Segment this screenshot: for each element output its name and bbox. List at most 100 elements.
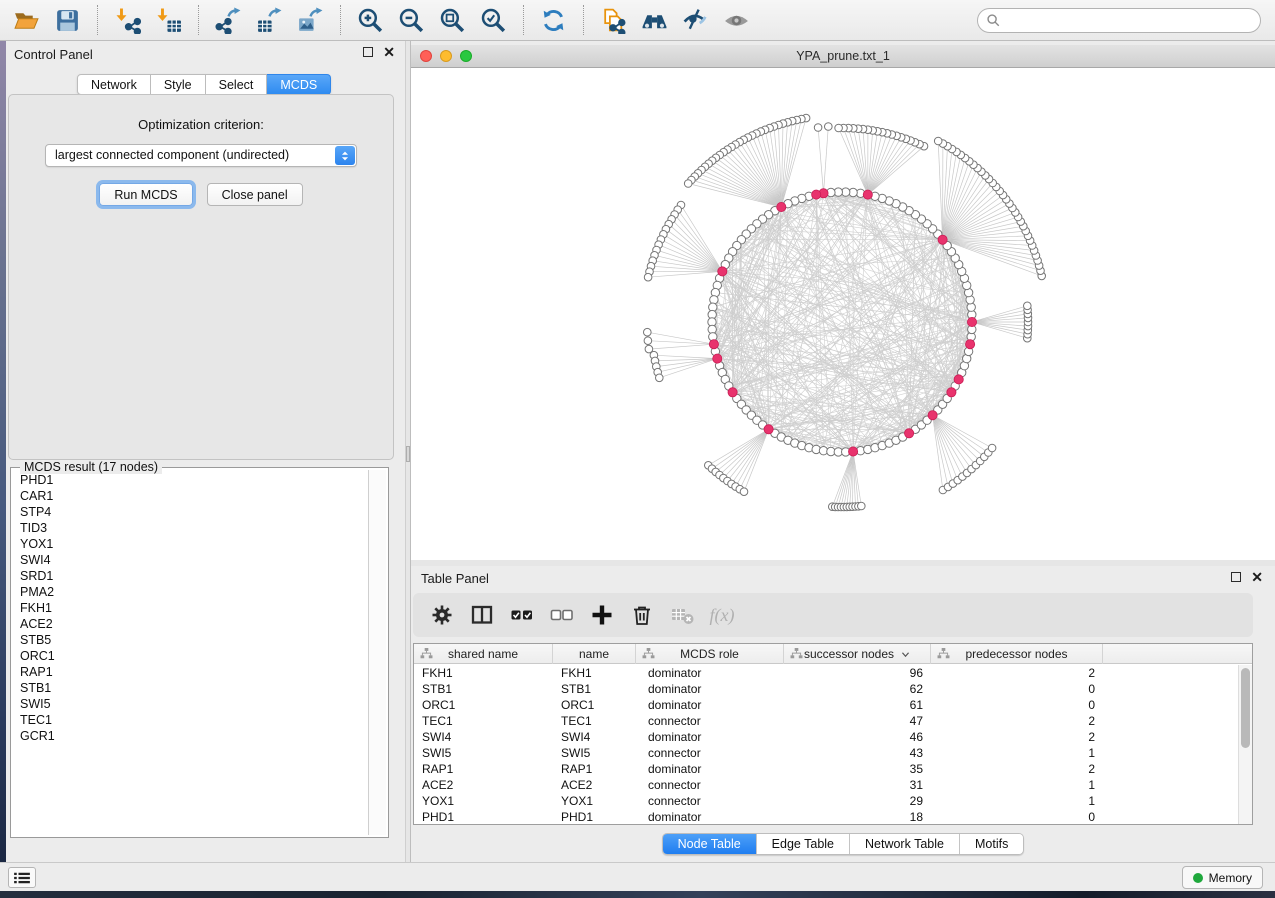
- zoom-selected-icon[interactable]: [473, 2, 514, 38]
- tab-node-table[interactable]: Node Table: [663, 834, 756, 854]
- table-row[interactable]: SWI4 SWI4 dominator 46 2: [414, 729, 1238, 745]
- hide-selection-icon[interactable]: [675, 2, 716, 38]
- table-row[interactable]: PHD1 PHD1 dominator 18 0: [414, 809, 1238, 824]
- tab-mcds[interactable]: MCDS: [267, 74, 331, 95]
- mcds-result-item[interactable]: STB5: [20, 632, 366, 648]
- tab-motifs[interactable]: Motifs: [959, 834, 1023, 854]
- delete-column-icon[interactable]: [627, 600, 657, 630]
- column-header-predecessor-nodes[interactable]: predecessor nodes: [931, 644, 1103, 664]
- memory-button[interactable]: Memory: [1182, 866, 1263, 889]
- tab-select[interactable]: Select: [206, 74, 268, 95]
- search-input[interactable]: [1001, 9, 1260, 32]
- network-window-title: YPA_prune.txt_1: [411, 49, 1275, 63]
- select-stepper-icon: [335, 146, 355, 165]
- import-network-icon[interactable]: [107, 2, 148, 38]
- zoom-out-icon[interactable]: [391, 2, 432, 38]
- control-panel-title: Control Panel: [14, 47, 93, 62]
- mcds-result-item[interactable]: RAP1: [20, 664, 366, 680]
- control-panel-tabs: NetworkStyleSelectMCDS: [77, 74, 331, 95]
- mcds-result-item[interactable]: STB1: [20, 680, 366, 696]
- close-table-panel-icon[interactable]: ✕: [1251, 572, 1263, 582]
- task-list-button[interactable]: [8, 867, 36, 888]
- table-row[interactable]: FKH1 FKH1 dominator 96 2: [414, 665, 1238, 681]
- deselect-all-icon[interactable]: [547, 600, 577, 630]
- table-row[interactable]: TEC1 TEC1 connector 47 2: [414, 713, 1238, 729]
- duplicate-network-icon[interactable]: [593, 2, 634, 38]
- control-panel: Control Panel ✕ NetworkStyleSelectMCDS O…: [6, 41, 405, 862]
- hierarchy-icon: [642, 648, 655, 662]
- optimization-criterion-label: Optimization criterion:: [9, 117, 393, 132]
- table-scrollbar[interactable]: [1238, 665, 1252, 824]
- mcds-result-item[interactable]: SWI4: [20, 552, 366, 568]
- column-header-successor-nodes[interactable]: successor nodes: [784, 644, 931, 664]
- binoculars-icon[interactable]: [634, 2, 675, 38]
- search-box[interactable]: [977, 8, 1261, 33]
- tab-style[interactable]: Style: [151, 74, 206, 95]
- table-settings-gear-icon[interactable]: [427, 600, 457, 630]
- hierarchy-icon: [790, 648, 803, 662]
- zoom-fit-icon[interactable]: [432, 2, 473, 38]
- column-header-shared-name[interactable]: shared name: [414, 644, 553, 664]
- table-row[interactable]: SWI5 SWI5 connector 43 1: [414, 745, 1238, 761]
- mcds-result-item[interactable]: YOX1: [20, 536, 366, 552]
- toolbar-separator: [523, 5, 524, 35]
- open-file-icon[interactable]: [6, 2, 47, 38]
- mcds-result-item[interactable]: GCR1: [20, 728, 366, 744]
- export-network-icon[interactable]: [208, 2, 249, 38]
- export-image-icon[interactable]: [290, 2, 331, 38]
- table-row[interactable]: STB1 STB1 dominator 62 0: [414, 681, 1238, 697]
- close-panel-button[interactable]: Close panel: [207, 183, 303, 206]
- optimization-criterion-select[interactable]: largest connected component (undirected): [45, 144, 357, 167]
- hierarchy-icon: [937, 648, 950, 662]
- mcds-tab-content: Optimization criterion: largest connecte…: [8, 94, 394, 460]
- table-scrollbar-thumb[interactable]: [1241, 668, 1250, 748]
- mcds-result-item[interactable]: STP4: [20, 504, 366, 520]
- mcds-result-item[interactable]: PHD1: [20, 472, 366, 488]
- memory-status-icon: [1193, 873, 1203, 883]
- table-row[interactable]: RAP1 RAP1 dominator 35 2: [414, 761, 1238, 777]
- table-panel-titlebar: Table Panel ✕: [411, 566, 1275, 590]
- zoom-in-icon[interactable]: [350, 2, 391, 38]
- sort-descending-icon: [901, 647, 910, 661]
- import-table-icon[interactable]: [148, 2, 189, 38]
- mcds-result-item[interactable]: SRD1: [20, 568, 366, 584]
- float-table-panel-icon[interactable]: [1231, 572, 1241, 582]
- column-header-name[interactable]: name: [553, 644, 636, 664]
- mcds-result-item[interactable]: PMA2: [20, 584, 366, 600]
- mcds-result-item[interactable]: ACE2: [20, 616, 366, 632]
- close-panel-icon[interactable]: ✕: [383, 47, 395, 57]
- table-row[interactable]: ORC1 ORC1 dominator 61 0: [414, 697, 1238, 713]
- tab-network-table[interactable]: Network Table: [849, 834, 959, 854]
- tab-edge-table[interactable]: Edge Table: [756, 834, 849, 854]
- hierarchy-icon: [420, 648, 433, 662]
- list-icon: [13, 871, 31, 885]
- memory-label: Memory: [1209, 871, 1252, 885]
- network-canvas[interactable]: [411, 68, 1275, 560]
- mcds-result-item[interactable]: TEC1: [20, 712, 366, 728]
- mcds-result-item[interactable]: SWI5: [20, 696, 366, 712]
- column-header-MCDS-role[interactable]: MCDS role: [636, 644, 784, 664]
- tab-network[interactable]: Network: [77, 74, 151, 95]
- network-graph[interactable]: [411, 68, 1275, 560]
- save-session-icon[interactable]: [47, 2, 88, 38]
- refresh-icon[interactable]: [533, 2, 574, 38]
- run-mcds-button[interactable]: Run MCDS: [99, 183, 192, 206]
- mcds-result-item[interactable]: CAR1: [20, 488, 366, 504]
- add-column-icon[interactable]: [587, 600, 617, 630]
- export-table-icon[interactable]: [249, 2, 290, 38]
- table-row[interactable]: YOX1 YOX1 connector 29 1: [414, 793, 1238, 809]
- table-row[interactable]: ACE2 ACE2 connector 31 1: [414, 777, 1238, 793]
- network-and-table-area: YPA_prune.txt_1 Table Panel ✕: [411, 41, 1275, 862]
- toolbar-separator: [198, 5, 199, 35]
- show-all-icon[interactable]: [716, 2, 757, 38]
- mcds-result-item[interactable]: FKH1: [20, 600, 366, 616]
- split-panel-icon[interactable]: [467, 600, 497, 630]
- mcds-result-item[interactable]: ORC1: [20, 648, 366, 664]
- toolbar-separator: [340, 5, 341, 35]
- mcds-result-box: MCDS result (17 nodes) PHD1CAR1STP4TID3Y…: [10, 467, 389, 838]
- select-all-icon[interactable]: [507, 600, 537, 630]
- mcds-result-item[interactable]: TID3: [20, 520, 366, 536]
- main-toolbar: [0, 0, 1275, 41]
- mcds-result-scrollbar[interactable]: [368, 470, 386, 835]
- float-panel-icon[interactable]: [363, 47, 373, 57]
